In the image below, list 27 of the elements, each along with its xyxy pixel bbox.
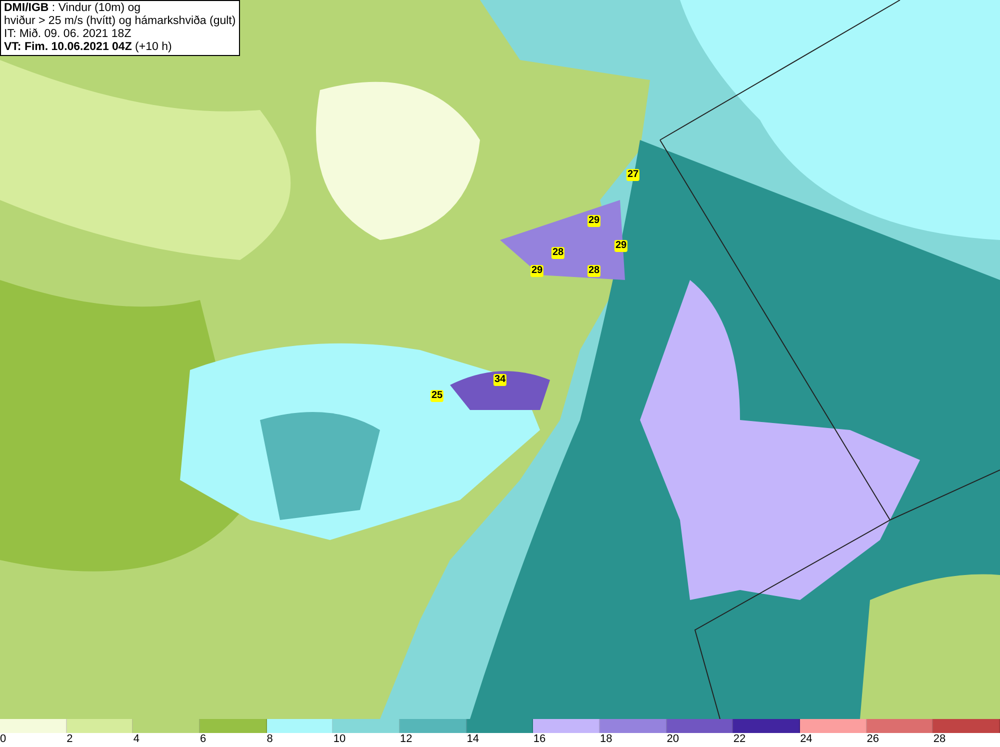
gust-value-label: 34 (493, 374, 507, 386)
gust-value-label: 27 (626, 169, 640, 181)
legend-tick-label: 4 (133, 733, 140, 746)
gust-value-label: 29 (614, 240, 628, 252)
legend-tick-label: 12 (400, 733, 412, 746)
legend-tick-label: 22 (733, 733, 746, 746)
legend-tick-label: 10 (333, 733, 346, 746)
legend-tick-label: 6 (200, 733, 206, 746)
legend-tick-label: 20 (666, 733, 679, 746)
legend-tick-label: 0 (0, 733, 6, 746)
legend-tick-label: 18 (600, 733, 612, 746)
title-line: VT: Fim. 10.06.2021 04Z (+10 h) (4, 41, 173, 54)
title-line: hviður > 25 m/s (hvítt) og hámarkshviða (gult) (4, 15, 236, 28)
gust-value-label: 25 (430, 390, 444, 402)
legend-tick-label: 28 (933, 733, 946, 746)
legend-tick-label: 14 (466, 733, 479, 746)
gust-value-label: 29 (530, 265, 544, 277)
title-line: IT: Mið. 09. 06. 2021 18Z (4, 28, 132, 41)
legend-tick-label: 24 (800, 733, 812, 746)
gust-value-label: 28 (551, 247, 565, 259)
legend-tick-label: 8 (266, 733, 273, 746)
legend-tick-label: 26 (866, 733, 879, 746)
legend-tick-label: 16 (533, 733, 546, 746)
gust-value-label: 28 (587, 265, 601, 277)
legend-tick-label: 2 (66, 733, 73, 746)
gust-value-label: 29 (587, 215, 601, 227)
title-line: DMI/IGB : Vindur (10m) og (4, 2, 142, 15)
